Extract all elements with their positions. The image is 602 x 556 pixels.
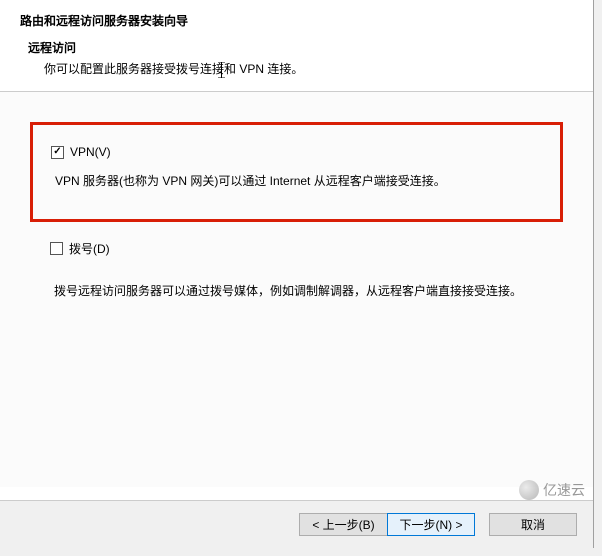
vpn-checkbox[interactable] <box>51 146 64 159</box>
watermark: 亿速云 <box>519 480 585 500</box>
dialup-option-group: 拨号(D) 拨号远程访问服务器可以通过拨号媒体，例如调制解调器，从远程客户端直接… <box>30 240 563 301</box>
section-title: 远程访问 <box>28 39 573 56</box>
watermark-text: 亿速云 <box>543 480 585 500</box>
dialup-checkbox-row[interactable]: 拨号(D) <box>50 240 563 257</box>
subtitle-block: 远程访问 你可以配置此服务器接受拨号连接和 VPN 连接。 <box>20 39 573 77</box>
wizard-window: 路由和远程访问服务器安装向导 远程访问 你可以配置此服务器接受拨号连接和 VPN… <box>0 0 594 548</box>
dialup-label: 拨号(D) <box>69 240 110 257</box>
vpn-option-group: VPN(V) VPN 服务器(也称为 VPN 网关)可以通过 Internet … <box>51 145 542 191</box>
vpn-checkbox-row[interactable]: VPN(V) <box>51 145 542 159</box>
dialup-checkbox[interactable] <box>50 242 63 255</box>
next-button[interactable]: 下一步(N) > <box>387 513 475 536</box>
watermark-logo-icon <box>519 480 539 500</box>
vpn-label: VPN(V) <box>70 145 111 159</box>
vpn-highlight-box: VPN(V) VPN 服务器(也称为 VPN 网关)可以通过 Internet … <box>30 122 563 222</box>
wizard-title: 路由和远程访问服务器安装向导 <box>20 12 573 29</box>
button-bar: < 上一步(B) 下一步(N) > 取消 <box>0 500 593 548</box>
nav-button-group: < 上一步(B) 下一步(N) > <box>299 513 475 536</box>
back-button[interactable]: < 上一步(B) <box>299 513 387 536</box>
section-description: 你可以配置此服务器接受拨号连接和 VPN 连接。 <box>28 60 573 77</box>
content-area: VPN(V) VPN 服务器(也称为 VPN 网关)可以通过 Internet … <box>0 92 593 487</box>
dialup-description: 拨号远程访问服务器可以通过拨号媒体，例如调制解调器，从远程客户端直接接受连接。 <box>50 281 563 301</box>
wizard-header: 路由和远程访问服务器安装向导 远程访问 你可以配置此服务器接受拨号连接和 VPN… <box>0 0 593 92</box>
cancel-button[interactable]: 取消 <box>489 513 577 536</box>
vpn-description: VPN 服务器(也称为 VPN 网关)可以通过 Internet 从远程客户端接… <box>51 171 542 191</box>
